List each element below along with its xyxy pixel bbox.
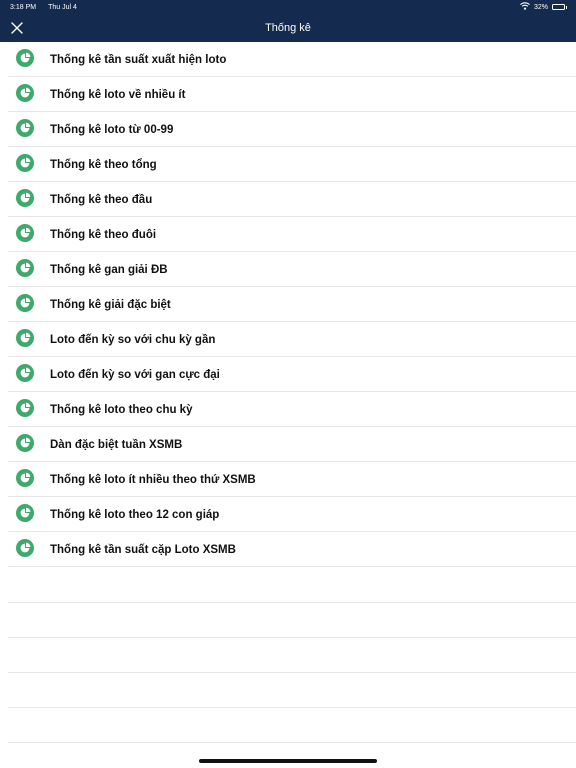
pie-chart-icon <box>16 259 34 277</box>
list-item-label: Thống kê theo đầu <box>50 193 153 206</box>
list-item[interactable]: Thống kê tần suất cặp Loto XSMB <box>0 532 576 567</box>
status-bar: 3:18 PM Thu Jul 4 32% <box>0 0 576 14</box>
list-item[interactable]: Thống kê theo tổng <box>0 147 576 182</box>
list-item[interactable]: Loto đến kỳ so với gan cực đại <box>0 357 576 392</box>
list-item-label: Thống kê theo đuôi <box>50 228 157 241</box>
empty-row-separator <box>8 602 576 603</box>
empty-row-separator <box>8 742 576 743</box>
pie-chart-icon <box>16 504 34 522</box>
list-item-label: Dàn đặc biệt tuần XSMB <box>50 438 183 451</box>
close-button[interactable] <box>9 20 25 36</box>
list-item[interactable]: Thống kê loto ít nhiều theo thứ XSMB <box>0 462 576 497</box>
pie-chart-icon <box>16 399 34 417</box>
pie-chart-icon <box>16 189 34 207</box>
pie-chart-icon <box>16 154 34 172</box>
list-item[interactable]: Thống kê giải đặc biệt <box>0 287 576 322</box>
list-item-label: Thống kê loto theo 12 con giáp <box>50 508 220 521</box>
page-title: Thống kê <box>265 22 311 34</box>
list-item-label: Thống kê loto về nhiều ít <box>50 88 186 101</box>
pie-chart-icon <box>16 119 34 137</box>
empty-row-separator <box>8 707 576 708</box>
list-item[interactable]: Thống kê tần suất xuất hiện loto <box>0 42 576 77</box>
list-item-label: Thống kê loto theo chu kỳ <box>50 403 193 416</box>
list-item[interactable]: Thống kê loto theo 12 con giáp <box>0 497 576 532</box>
pie-chart-icon <box>16 539 34 557</box>
list-item-label: Loto đến kỳ so với gan cực đại <box>50 368 220 381</box>
list-item-label: Thống kê tần suất cặp Loto XSMB <box>50 543 236 556</box>
list-item-label: Loto đến kỳ so với chu kỳ gần <box>50 333 216 346</box>
list-item[interactable]: Thống kê theo đầu <box>0 182 576 217</box>
pie-chart-icon <box>16 294 34 312</box>
list-item[interactable]: Thống kê loto về nhiều ít <box>0 77 576 112</box>
battery-icon <box>552 4 567 10</box>
pie-chart-icon <box>16 329 34 347</box>
list-item[interactable]: Dàn đặc biệt tuần XSMB <box>0 427 576 462</box>
empty-row-separator <box>8 637 576 638</box>
navigation-bar: Thống kê <box>0 14 576 42</box>
list-item-label: Thống kê giải đặc biệt <box>50 298 171 311</box>
list-item-label: Thống kê loto ít nhiều theo thứ XSMB <box>50 473 256 486</box>
pie-chart-icon <box>16 469 34 487</box>
empty-row-separator <box>8 672 576 673</box>
list-item-label: Thống kê loto từ 00-99 <box>50 123 174 136</box>
pie-chart-icon <box>16 364 34 382</box>
pie-chart-icon <box>16 224 34 242</box>
pie-chart-icon <box>16 49 34 67</box>
home-indicator <box>199 759 377 763</box>
status-date: Thu Jul 4 <box>48 3 77 11</box>
list-item[interactable]: Thống kê loto từ 00-99 <box>0 112 576 147</box>
list-item-label: Thống kê theo tổng <box>50 158 157 171</box>
list-item-label: Thống kê gan giải ĐB <box>50 263 168 276</box>
list-item[interactable]: Loto đến kỳ so với chu kỳ gần <box>0 322 576 357</box>
list-item[interactable]: Thống kê theo đuôi <box>0 217 576 252</box>
list-item[interactable]: Thống kê gan giải ĐB <box>0 252 576 287</box>
status-time: 3:18 PM <box>10 3 37 11</box>
wifi-icon <box>520 2 530 12</box>
statistics-menu-list: Thống kê tần suất xuất hiện loto Thống kê… <box>0 42 576 567</box>
list-item-label: Thống kê tần suất xuất hiện loto <box>50 53 227 66</box>
list-item[interactable]: Thống kê loto theo chu kỳ <box>0 392 576 427</box>
pie-chart-icon <box>16 84 34 102</box>
pie-chart-icon <box>16 434 34 452</box>
close-icon <box>11 22 23 34</box>
battery-percent: 32% <box>533 3 548 11</box>
